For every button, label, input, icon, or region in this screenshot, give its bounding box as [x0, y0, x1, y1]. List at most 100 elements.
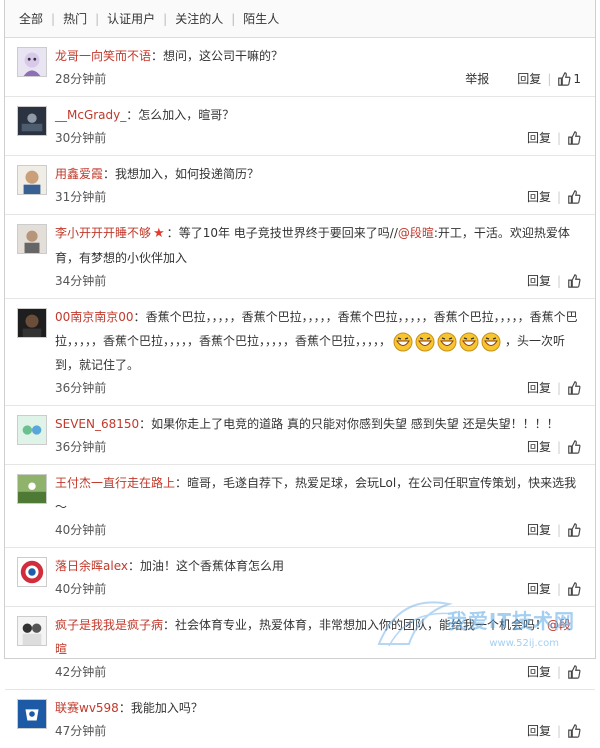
comment-username[interactable]: 00南京南京00: [55, 310, 134, 324]
thumbs-up-icon: [568, 274, 581, 288]
comment-separator: ：: [163, 618, 176, 632]
action-divider: |: [556, 381, 561, 395]
comment-username[interactable]: 用鑫爱霞: [55, 167, 103, 181]
avatar[interactable]: [17, 47, 47, 77]
like-button[interactable]: [567, 274, 581, 288]
comment-username[interactable]: SEVEN_68150: [55, 417, 139, 431]
mention-link[interactable]: @段暄: [398, 226, 434, 240]
avatar[interactable]: [17, 106, 47, 136]
comment-item: 00南京南京00：香蕉个巴拉，，，，，香蕉个巴拉，，，，，香蕉个巴拉，，，，，香…: [5, 299, 595, 406]
reply-button[interactable]: 回复: [527, 661, 551, 683]
comment-body: 想问，这公司干嘛的？: [163, 49, 284, 63]
comment-username[interactable]: 龙哥一向笑而不语: [55, 49, 151, 63]
comment-meta: 31分钟前 回复 |: [55, 186, 585, 208]
avatar[interactable]: [17, 415, 47, 445]
like-button[interactable]: 1: [557, 68, 581, 90]
comment-text: 联赛wv598：我能加入吗？: [55, 696, 585, 720]
avatar[interactable]: [17, 165, 47, 195]
comment-text: 用鑫爱霞：我想加入，如何投递简历？: [55, 162, 585, 186]
comment-separator: ：: [166, 226, 179, 240]
comment-time: 30分钟前: [55, 131, 107, 145]
action-divider: |: [556, 131, 561, 145]
comment-text: SEVEN_68150：如果你走上了电竞的道路 真的只能对你感到失望 感到失望 …: [55, 412, 585, 436]
action-divider: |: [547, 72, 552, 86]
laughing-emoji-icon: [459, 332, 479, 351]
comment-separator: ：: [127, 559, 140, 573]
comment-body: 如果你走上了电竞的道路 真的只能对你感到失望 感到失望 还是失望！！！！: [151, 417, 559, 431]
comment-time: 31分钟前: [55, 190, 107, 204]
like-button[interactable]: [567, 381, 581, 395]
comment-item: SEVEN_68150：如果你走上了电竞的道路 真的只能对你感到失望 感到失望 …: [5, 406, 595, 465]
comment-username[interactable]: 联赛wv598: [55, 701, 119, 715]
thumbs-up-icon: [568, 724, 581, 738]
reply-button[interactable]: 回复: [527, 377, 551, 399]
avatar[interactable]: [17, 308, 47, 338]
comment-time: 28分钟前: [55, 72, 107, 86]
reply-button[interactable]: 回复: [527, 436, 551, 458]
comment-username[interactable]: 王付杰一直行走在路上: [55, 476, 175, 490]
comment-meta: 42分钟前 回复 |: [55, 661, 585, 683]
reply-button[interactable]: 回复: [527, 270, 551, 292]
comment-item: 李小开开开睡不够 ★ ：等了10年 电子竞技世界终于要回来了吗//@段暄:开工，干活…: [5, 215, 595, 299]
comment-separator: ：: [103, 167, 116, 181]
comment-actions: 回复 |: [527, 661, 581, 683]
comment-actions: 回复 |: [527, 436, 581, 458]
thumbs-up-icon: [568, 440, 581, 454]
comment-item: 王付杰一直行走在路上：暄哥，毛遂自荐下，热爱足球，会玩Lol，在公司任职宣传策划…: [5, 465, 595, 548]
filter-strangers[interactable]: 陌生人: [243, 10, 279, 27]
like-button[interactable]: [567, 523, 581, 537]
comment-body: 我能加入吗？: [130, 701, 203, 715]
comment-meta: 30分钟前 回复 |: [55, 127, 585, 149]
reply-button[interactable]: 回复: [527, 186, 551, 208]
filter-following[interactable]: 关注的人: [175, 10, 223, 27]
comment-body: 怎么加入，暄哥？: [138, 108, 235, 122]
laughing-emoji-icon: [393, 332, 413, 351]
like-button[interactable]: [567, 440, 581, 454]
avatar[interactable]: [17, 224, 47, 254]
comment-username[interactable]: __McGrady_: [55, 108, 126, 122]
reply-button[interactable]: 回复: [527, 519, 551, 541]
thumbs-up-icon: [568, 131, 581, 145]
comment-actions: 举报 回复 | 1: [465, 68, 581, 90]
like-count: 1: [573, 72, 581, 86]
action-divider: |: [556, 665, 561, 679]
like-button[interactable]: [567, 190, 581, 204]
like-button[interactable]: [567, 724, 581, 738]
action-divider: |: [556, 190, 561, 204]
report-button[interactable]: 举报: [465, 68, 489, 90]
like-button[interactable]: [567, 665, 581, 679]
comment-actions: 回复 |: [527, 519, 581, 541]
comment-actions: 回复 |: [527, 377, 581, 399]
comment-actions: 回复 |: [527, 186, 581, 208]
comment-meta: 36分钟前 回复 |: [55, 436, 585, 458]
filter-separator: |: [231, 11, 236, 26]
avatar[interactable]: [17, 616, 47, 646]
comment-meta: 47分钟前 回复 |: [55, 720, 585, 742]
avatar[interactable]: [17, 699, 47, 729]
reply-button[interactable]: 回复: [527, 127, 551, 149]
comment-time: 42分钟前: [55, 665, 107, 679]
filter-all[interactable]: 全部: [19, 10, 43, 27]
comment-body: 等了10年 电子竞技世界终于要回来了吗//: [178, 226, 398, 240]
comment-text: 落日余晖alex：加油！这个香蕉体育怎么用: [55, 554, 585, 578]
comment-username[interactable]: 李小开开开睡不够: [55, 226, 151, 240]
comment-username[interactable]: 落日余晖alex: [55, 559, 128, 573]
thumbs-up-icon: [558, 72, 571, 86]
comment-time: 34分钟前: [55, 274, 107, 288]
comment-body: 加油！这个香蕉体育怎么用: [139, 559, 284, 573]
avatar[interactable]: [17, 557, 47, 587]
action-divider: |: [556, 724, 561, 738]
comment-separator: ：: [151, 49, 164, 63]
filter-verified[interactable]: 认证用户: [107, 10, 155, 27]
avatar[interactable]: [17, 474, 47, 504]
action-divider: |: [556, 523, 561, 537]
comment-username[interactable]: 疯子是我我是疯子病: [55, 618, 163, 632]
reply-button[interactable]: 回复: [527, 720, 551, 742]
comment-text: 李小开开开睡不够 ★ ：等了10年 电子竞技世界终于要回来了吗//@段暄:开工，干活…: [55, 221, 585, 270]
filter-hot[interactable]: 热门: [63, 10, 87, 27]
comment-time: 40分钟前: [55, 523, 107, 537]
laughing-emoji-icon: [437, 332, 457, 351]
like-button[interactable]: [567, 131, 581, 145]
reply-button[interactable]: 回复: [517, 68, 541, 90]
comment-separator: ：: [139, 417, 152, 431]
